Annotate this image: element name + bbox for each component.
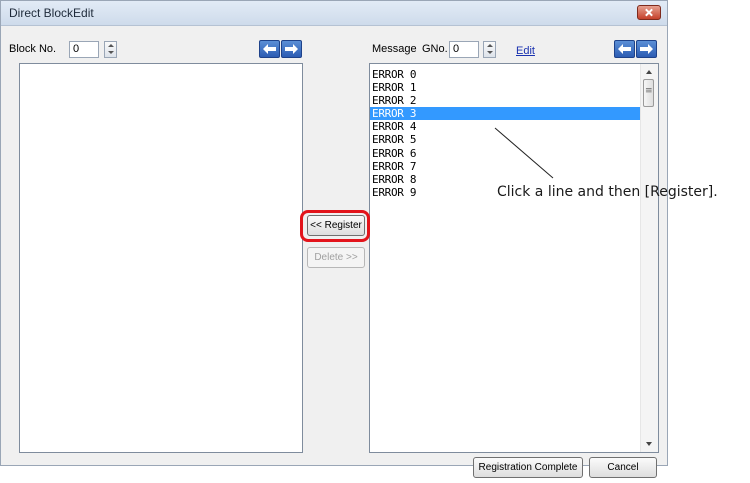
- callout-line: [494, 127, 554, 179]
- annotation-text: Click a line and then [Register].: [497, 184, 718, 200]
